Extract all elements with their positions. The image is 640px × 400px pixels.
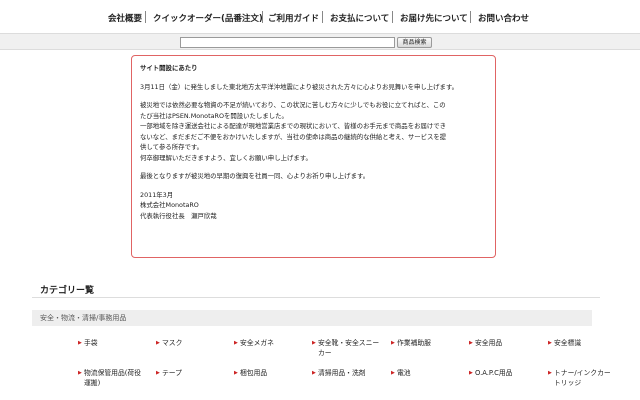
category-item-logistics-storage[interactable]: ▶ 物流保管用品(荷役 運搬)	[78, 368, 142, 388]
search-bar: 商品検索	[0, 33, 640, 50]
category-item-label: マスク	[162, 339, 183, 347]
arrow-bullet-icon: ▶	[156, 370, 160, 376]
category-item-safety-supplies[interactable]: ▶ 安全用品	[469, 338, 503, 348]
notice-line: たび当社はPSEN.MonotaROを開設いたしました。	[140, 111, 288, 120]
category-item-label: 安全メガネ	[240, 339, 274, 347]
category-item-masks[interactable]: ▶ マスク	[156, 338, 183, 348]
category-section-title: 安全・物流・清掃/事務用品	[32, 310, 592, 326]
category-item-label: 作業補助服	[397, 339, 431, 347]
arrow-bullet-icon: ▶	[312, 340, 316, 346]
category-item-gloves[interactable]: ▶ 手袋	[78, 338, 98, 348]
category-divider	[32, 297, 600, 298]
category-item-safety-glasses[interactable]: ▶ 安全メガネ	[234, 338, 274, 348]
category-item-label: 安全用品	[475, 339, 503, 347]
arrow-bullet-icon: ▶	[469, 340, 473, 346]
nav-contact[interactable]: お問い合わせ	[478, 12, 529, 24]
arrow-bullet-icon: ▶	[234, 340, 238, 346]
notice-line: 一部地域を除き運送会社による配達が現地営業店までの現状において、皆様のお手元まで…	[140, 122, 447, 130]
arrow-bullet-icon: ▶	[156, 340, 160, 346]
category-item-label-cont: トリッジ	[554, 379, 582, 387]
arrow-bullet-icon: ▶	[391, 370, 395, 376]
arrow-bullet-icon: ▶	[312, 370, 316, 376]
category-item-label: 安全標識	[554, 339, 582, 347]
nav-delivery[interactable]: お届け先について	[400, 12, 468, 24]
category-heading: カテゴリー覧	[40, 286, 95, 296]
arrow-bullet-icon: ▶	[548, 370, 552, 376]
category-item-label-cont: カー	[318, 349, 332, 357]
category-item-label-cont: 運搬)	[84, 379, 101, 387]
nav-quick-order[interactable]: クイックオーダー(品番注文)	[153, 12, 263, 24]
notice-line: 被災地では依然必要な物資の不足が続いており、この状況に苦しむ方々に少しでもお役に…	[140, 101, 446, 109]
arrow-bullet-icon: ▶	[78, 370, 82, 376]
arrow-bullet-icon: ▶	[548, 340, 552, 346]
notice-title: サイト開設にあたり	[140, 64, 198, 72]
nav-usage-guide[interactable]: ご利用ガイド	[268, 12, 319, 24]
arrow-bullet-icon: ▶	[391, 340, 395, 346]
category-item-label: 手袋	[84, 339, 98, 347]
category-item-label: 物流保管用品(荷役	[84, 369, 142, 377]
product-search-button[interactable]: 商品検索	[397, 37, 432, 48]
nav-payment[interactable]: お支払について	[330, 12, 389, 24]
opening-notice-box: サイト開設にあたり 3月11日（金）に発生しました東北地方太平洋沖地震により被災…	[131, 55, 496, 258]
category-item-safety-signs[interactable]: ▶ 安全標識	[548, 338, 582, 348]
category-item-label: 清掃用品・洗剤	[318, 369, 366, 377]
arrow-bullet-icon: ▶	[78, 340, 82, 346]
notice-line: ないなど、まだまだご不便をおかけいたしますが、当社の使命は商品の継続的な供給と考…	[140, 132, 447, 141]
nav-divider	[262, 11, 263, 23]
nav-company-info[interactable]: 会社概要	[108, 12, 142, 24]
nav-divider	[470, 11, 471, 23]
category-item-packing[interactable]: ▶ 梱包用品	[234, 368, 268, 378]
notice-signer: 代表執行役社長 瀬戸欣哉	[140, 211, 217, 220]
notice-paragraph-1: 3月11日（金）に発生しました東北地方太平洋沖地震により被災された方々に心よりお…	[140, 82, 459, 91]
arrow-bullet-icon: ▶	[234, 370, 238, 376]
category-item-tape[interactable]: ▶ テープ	[156, 368, 182, 378]
notice-company: 株式会社MonotaRO	[140, 201, 199, 209]
nav-divider	[392, 11, 393, 23]
top-navigation: 会社概要 クイックオーダー(品番注文) ご利用ガイド お支払について お届け先に…	[0, 0, 640, 34]
category-item-label: O.A.P.C用品	[475, 369, 513, 377]
category-item-label: 電池	[397, 369, 411, 377]
category-item-cleaning[interactable]: ▶ 清掃用品・洗剤	[312, 368, 366, 378]
category-item-toner-ink[interactable]: ▶ トナー/インクカー トリッジ	[548, 368, 611, 388]
category-item-label: テープ	[162, 369, 182, 377]
category-item-oa-pc[interactable]: ▶ O.A.P.C用品	[469, 368, 513, 378]
notice-paragraph-3: 最後となりますが被災地の早期の復興を社員一同、心よりお祈り申し上げます。	[140, 172, 370, 180]
notice-date: 2011年3月	[140, 190, 174, 199]
category-item-safety-shoes[interactable]: ▶ 安全靴・安全スニー カー	[312, 338, 380, 358]
nav-divider	[145, 11, 146, 23]
arrow-bullet-icon: ▶	[469, 370, 473, 376]
search-input[interactable]	[180, 37, 395, 48]
category-item-label: 安全靴・安全スニー	[318, 339, 380, 347]
category-item-label: トナー/インクカー	[554, 369, 611, 377]
nav-divider	[322, 11, 323, 23]
category-item-label: 梱包用品	[240, 369, 268, 377]
category-item-work-wear[interactable]: ▶ 作業補助服	[391, 338, 431, 348]
category-item-batteries[interactable]: ▶ 電池	[391, 368, 411, 378]
notice-line: 供して参る所存です。	[140, 143, 204, 151]
notice-line: 何卒御理解いただきますよう、宜しくお願い申し上げます。	[140, 153, 312, 162]
